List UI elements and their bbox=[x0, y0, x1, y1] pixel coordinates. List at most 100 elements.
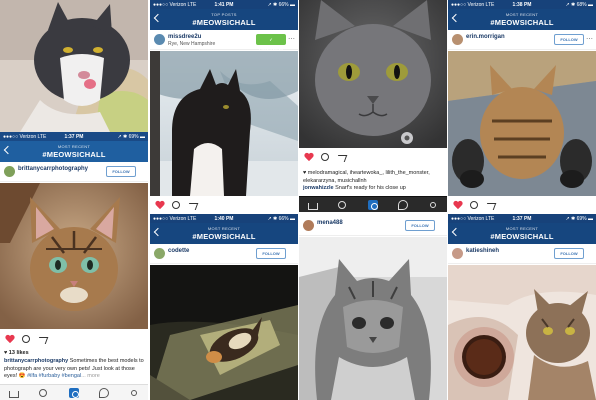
post-user-row: missdree2u Rye, New Hampshire ✓ FOLLOWIN… bbox=[150, 30, 298, 51]
column-2: ●●●○○ Verizon LTE 1:41 PM ↗ ✱ 66% ▬ TOP … bbox=[150, 0, 298, 400]
heart-icon[interactable] bbox=[155, 201, 164, 209]
hashtag-header: MOST RECENT #MEOWSICHALL bbox=[448, 223, 596, 244]
comment-icon[interactable] bbox=[22, 335, 30, 343]
cat-photo-bengal[interactable] bbox=[0, 183, 148, 329]
caption-hashtags[interactable]: #ilfa #furbaby #bengal bbox=[27, 373, 81, 379]
caption: jonwahizzle Snarf's ready for his close … bbox=[303, 185, 443, 193]
hashtag-title: #MEOWSICHALL bbox=[192, 18, 256, 27]
likes-line[interactable]: ♥ melodramagical, iheartewoka_, lilith_t… bbox=[303, 170, 443, 185]
share-icon[interactable] bbox=[335, 155, 348, 162]
share-icon[interactable] bbox=[186, 203, 199, 210]
home-icon[interactable] bbox=[308, 203, 318, 210]
header-subtitle: MOST RECENT bbox=[505, 12, 539, 17]
more-icon[interactable]: ⋯ bbox=[586, 35, 593, 43]
comment-icon[interactable] bbox=[321, 153, 329, 161]
username-link[interactable]: mena488 bbox=[317, 220, 343, 226]
heart-icon[interactable] bbox=[453, 201, 462, 209]
profile-icon[interactable] bbox=[430, 202, 436, 208]
username-link[interactable]: codette bbox=[168, 248, 189, 254]
camera-icon[interactable] bbox=[69, 388, 79, 398]
avatar[interactable] bbox=[452, 248, 463, 259]
battery-label: ↗ ✱ 69% ▬ bbox=[117, 134, 145, 140]
post-user-row: katieshineh FOLLOW bbox=[448, 244, 596, 264]
action-row bbox=[150, 198, 298, 212]
cat-photo-tabby-lap[interactable] bbox=[448, 51, 596, 196]
header-subtitle: MOST RECENT bbox=[207, 226, 241, 231]
avatar[interactable] bbox=[303, 220, 314, 231]
header-subtitle: TOP POSTS bbox=[211, 12, 237, 17]
follow-button[interactable]: FOLLOW bbox=[405, 220, 435, 231]
cat-photo-window[interactable] bbox=[150, 51, 298, 196]
follow-button[interactable]: FOLLOW bbox=[256, 248, 286, 259]
column-1: ●●●○○ Verizon LTE 1:37 PM ↗ ✱ 69% ▬ MOST… bbox=[0, 0, 148, 400]
camera-icon[interactable] bbox=[368, 200, 378, 210]
hashtag-header: MOST RECENT #MEOWSICHALL bbox=[0, 141, 148, 162]
hashtag-header: MOST RECENT #MEOWSICHALL bbox=[448, 9, 596, 30]
username-link[interactable]: brittanycarrphotography bbox=[18, 166, 88, 172]
avatar[interactable] bbox=[154, 248, 165, 259]
status-bar: ●●●○○ Verizon LTE 1:40 PM ↗ ✱ 66% ▬ bbox=[150, 214, 298, 223]
comment-icon[interactable] bbox=[172, 201, 180, 209]
post-user-row: brittanycarrphotography FOLLOW bbox=[0, 162, 148, 182]
cat-photo-gray[interactable] bbox=[299, 0, 447, 148]
username-link[interactable]: katieshineh bbox=[466, 248, 499, 254]
likes-count: ♥ 13 likes bbox=[4, 350, 29, 356]
battery-label: ↗ ✱ 69% ▬ bbox=[565, 216, 593, 222]
avatar[interactable] bbox=[4, 166, 15, 177]
follow-button[interactable]: FOLLOW bbox=[106, 166, 136, 177]
heart-icon[interactable] bbox=[304, 153, 313, 161]
header-subtitle: MOST RECENT bbox=[505, 226, 539, 231]
avatar[interactable] bbox=[154, 34, 165, 45]
follow-button[interactable]: FOLLOW bbox=[554, 248, 584, 259]
hashtag-title: #MEOWSICHALL bbox=[42, 150, 106, 159]
hashtag-header: TOP POSTS #MEOWSICHALL bbox=[150, 9, 298, 30]
username-link[interactable]: erin.morrigan bbox=[466, 34, 505, 40]
username-link[interactable]: missdree2u bbox=[168, 34, 201, 40]
follow-button[interactable]: FOLLOW bbox=[554, 34, 584, 45]
status-bar: ●●●○○ Verizon LTE 1:37 PM ↗ ✱ 69% ▬ bbox=[0, 132, 148, 141]
cat-photo-coffee[interactable] bbox=[448, 265, 596, 400]
more-link[interactable]: ... more bbox=[81, 373, 100, 379]
cat-photo-sunbath[interactable] bbox=[150, 265, 298, 400]
comment-icon[interactable] bbox=[470, 201, 478, 209]
battery-label: ↗ ✱ 66% ▬ bbox=[267, 2, 295, 8]
header-subtitle: MOST RECENT bbox=[57, 144, 91, 149]
caption-text: Snarf's ready for his close up bbox=[333, 185, 406, 191]
share-icon[interactable] bbox=[484, 203, 497, 210]
bottom-nav bbox=[299, 196, 447, 212]
caption-username[interactable]: jonwahizzle bbox=[303, 185, 334, 191]
bottom-nav bbox=[0, 384, 148, 400]
action-row bbox=[299, 150, 447, 164]
avatar[interactable] bbox=[452, 34, 463, 45]
hashtag-title: #MEOWSICHALL bbox=[490, 232, 554, 241]
battery-label: ↗ ✱ 68% ▬ bbox=[565, 2, 593, 8]
post-user-row: mena488 FOLLOW bbox=[299, 216, 447, 236]
column-4: ●●●○○ Verizon LTE 1:38 PM ↗ ✱ 68% ▬ MOST… bbox=[448, 0, 596, 400]
caption: brittanycarrphotography Sometimes the be… bbox=[4, 358, 144, 382]
post-user-row: codette FOLLOW bbox=[150, 244, 298, 264]
profile-icon[interactable] bbox=[131, 390, 137, 396]
hashtag-title: #MEOWSICHALL bbox=[192, 232, 256, 241]
column-3: ♥ melodramagical, iheartewoka_, lilith_t… bbox=[299, 0, 447, 400]
post-user-row: erin.morrigan FOLLOW ⋯ bbox=[448, 30, 596, 50]
activity-icon[interactable] bbox=[398, 200, 408, 210]
status-bar: ●●●○○ Verizon LTE 1:38 PM ↗ ✱ 68% ▬ bbox=[448, 0, 596, 9]
action-row bbox=[0, 332, 148, 346]
search-icon[interactable] bbox=[39, 389, 47, 397]
status-bar: ●●●○○ Verizon LTE 1:41 PM ↗ ✱ 66% ▬ bbox=[150, 0, 298, 9]
more-icon[interactable]: ⋯ bbox=[288, 35, 295, 43]
search-icon[interactable] bbox=[338, 201, 346, 209]
cat-photo-fluffy[interactable] bbox=[299, 237, 447, 400]
collage: ●●●○○ Verizon LTE 1:37 PM ↗ ✱ 69% ▬ MOST… bbox=[0, 0, 596, 400]
heart-icon[interactable] bbox=[5, 335, 14, 343]
location-label[interactable]: Rye, New Hampshire bbox=[168, 41, 215, 47]
hashtag-header: MOST RECENT #MEOWSICHALL bbox=[150, 223, 298, 244]
caption-username[interactable]: brittanycarrphotography bbox=[4, 358, 68, 364]
activity-icon[interactable] bbox=[99, 388, 109, 398]
share-icon[interactable] bbox=[36, 337, 49, 344]
following-button[interactable]: ✓ FOLLOWING bbox=[256, 34, 286, 51]
home-icon[interactable] bbox=[9, 391, 19, 398]
hashtag-title: #MEOWSICHALL bbox=[490, 18, 554, 27]
cat-photo-tongue[interactable] bbox=[0, 0, 148, 132]
status-bar: ●●●○○ Verizon LTE 1:37 PM ↗ ✱ 69% ▬ bbox=[448, 214, 596, 223]
